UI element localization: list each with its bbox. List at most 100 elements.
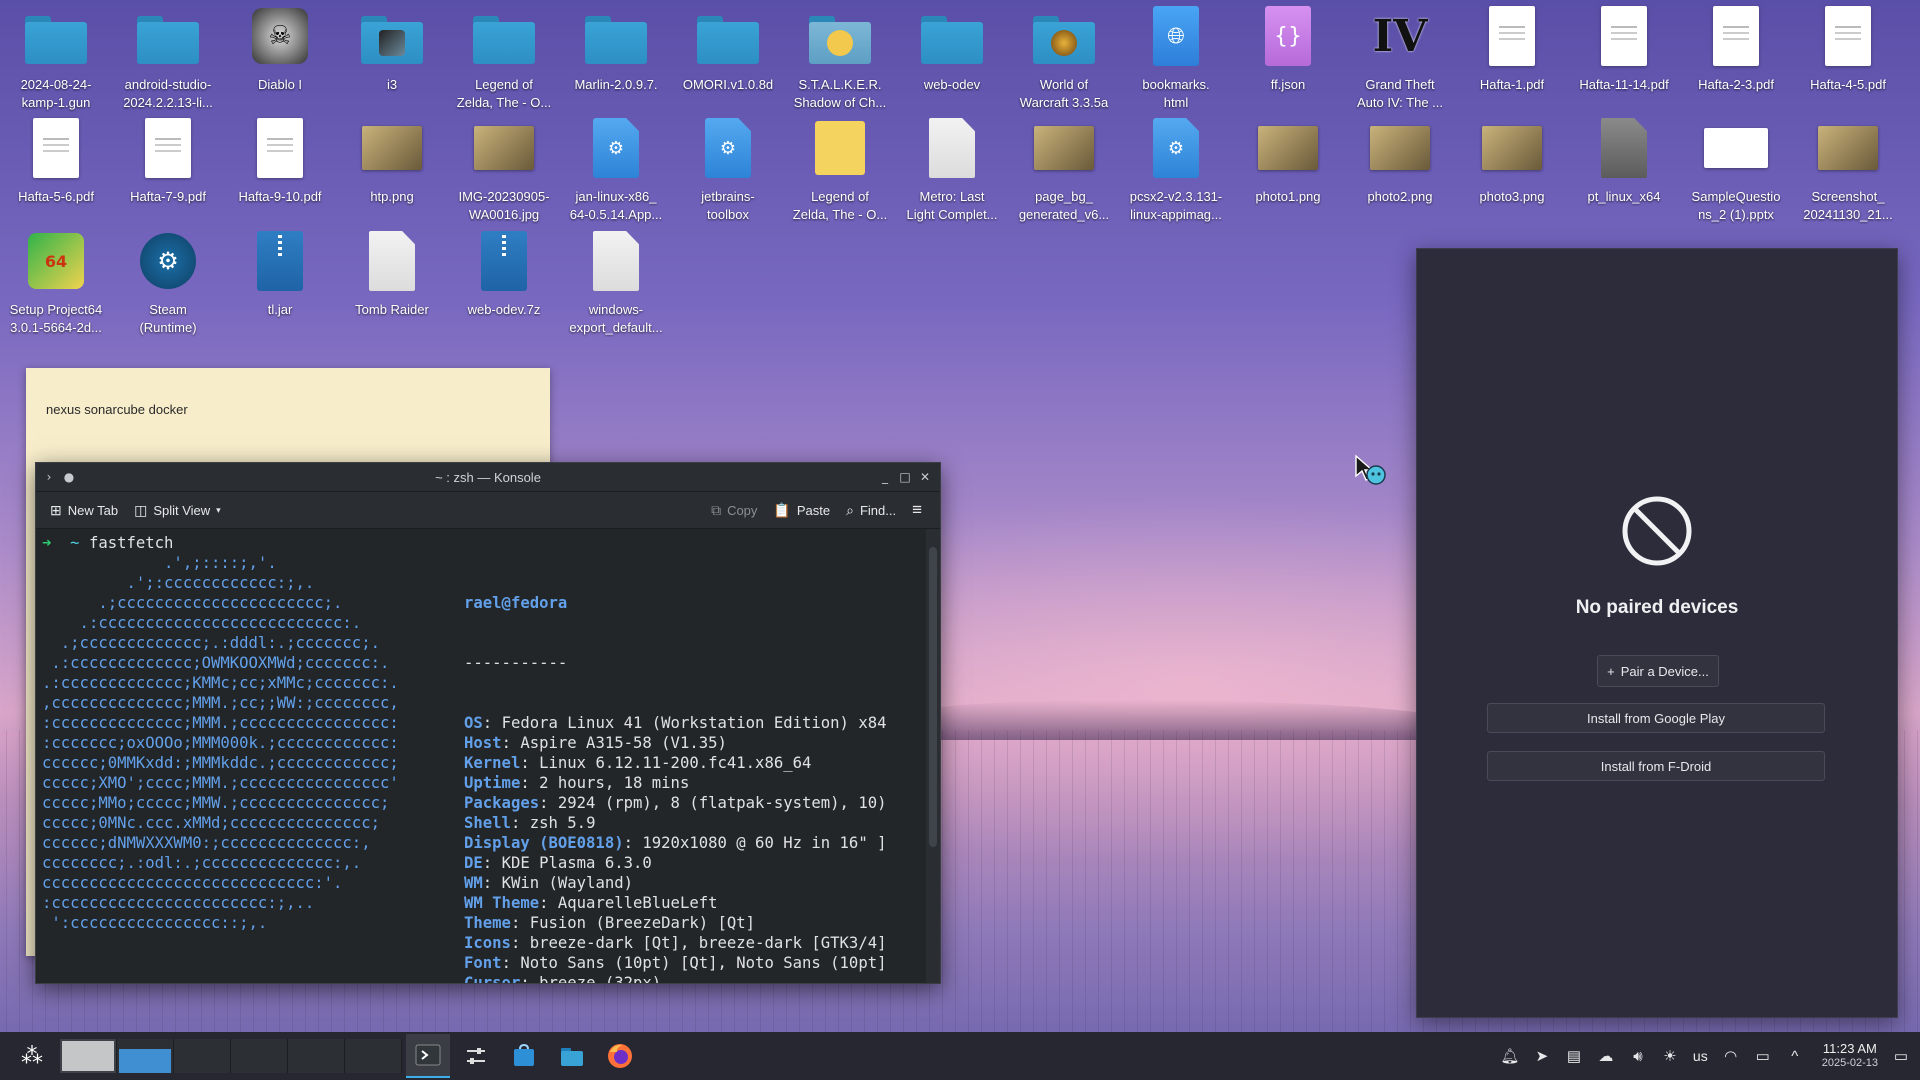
desktop-icon[interactable]: {} ff.json — [1232, 4, 1344, 114]
desktop-icon[interactable]: web-odev — [896, 4, 1008, 114]
digital-clock[interactable]: 11:23 AM 2025-02-13 — [1822, 1042, 1878, 1070]
brightness-icon[interactable]: ☀ — [1661, 1047, 1679, 1065]
notifications-icon[interactable]: 🔔︎ — [1500, 1047, 1519, 1065]
desktop-icon[interactable]: Marlin-2.0.9.7. — [560, 4, 672, 114]
desktop-icon-label: Screenshot_ 20241130_21... — [1803, 189, 1893, 222]
search-icon: ⌕ — [846, 501, 854, 518]
telegram-icon[interactable]: ➤ — [1533, 1047, 1551, 1065]
image-thumb-icon — [1368, 116, 1432, 180]
keep-above-icon[interactable]: ● — [62, 470, 76, 484]
copy-button[interactable]: ⧉ Copy — [705, 498, 763, 523]
virtual-desktop-4[interactable] — [231, 1039, 288, 1073]
desktop-icon[interactable]: 2024-08-24- kamp-1.gun — [0, 4, 112, 114]
desktop-icon[interactable]: OMORI.v1.0.8d — [672, 4, 784, 114]
desktop-icon[interactable]: Hafta-5-6.pdf — [0, 116, 112, 226]
desktop-icon[interactable]: htp.png — [336, 116, 448, 226]
desktop-icon[interactable]: Hafta-4-5.pdf — [1792, 4, 1904, 114]
hamburger-menu-button[interactable]: ≡ — [906, 496, 928, 524]
image-thumb-icon — [360, 116, 424, 180]
keyboard-layout-indicator[interactable]: us — [1693, 1048, 1708, 1064]
virtual-desktop-2[interactable] — [117, 1039, 174, 1073]
desktop-icon[interactable]: web-odev.7z — [448, 229, 560, 339]
desktop-icon[interactable]: ⚙ Steam (Runtime) — [112, 229, 224, 339]
desktop-icon-label: Hafta-4-5.pdf — [1810, 77, 1886, 92]
show-desktop-icon[interactable]: ▭ — [1892, 1047, 1910, 1065]
desktop-icon[interactable]: Screenshot_ 20241130_21... — [1792, 116, 1904, 226]
info-value: breeze (32px) — [539, 974, 662, 983]
desktop-icon[interactable]: android-studio- 2024.2.2.13-li... — [112, 4, 224, 114]
task-discover[interactable] — [502, 1034, 546, 1078]
desktop-icon[interactable]: windows- export_default... — [560, 229, 672, 339]
desktop-icon[interactable]: S.T.A.L.K.E.R. Shadow of Ch... — [784, 4, 896, 114]
html-file-icon: 🌐︎ — [1144, 4, 1208, 68]
desktop-icon[interactable]: photo1.png — [1232, 116, 1344, 226]
info-key: OS — [464, 714, 483, 732]
close-button[interactable]: ✕ — [918, 470, 932, 484]
desktop-icon[interactable]: pt_linux_x64 — [1568, 116, 1680, 226]
konsole-titlebar[interactable]: › ● ~ : zsh — Konsole _ □ ✕ — [36, 463, 940, 492]
desktop-icon[interactable]: page_bg_ generated_v6... — [1008, 116, 1120, 226]
terminal-scrollbar[interactable] — [926, 529, 940, 983]
virtual-desktop-5[interactable] — [288, 1039, 345, 1073]
desktop-icon-label: photo1.png — [1255, 189, 1321, 204]
desktop-icon[interactable]: ⚙ jetbrains- toolbox — [672, 116, 784, 226]
desktop-icon[interactable]: IV Grand Theft Auto IV: The ... — [1344, 4, 1456, 114]
desktop-icon[interactable]: Hafta-9-10.pdf — [224, 116, 336, 226]
image-thumb-icon — [1816, 116, 1880, 180]
desktop-icon-label: Grand Theft Auto IV: The ... — [1357, 77, 1443, 110]
desktop-icon[interactable]: i3 — [336, 4, 448, 114]
desktop-icon[interactable]: tl.jar — [224, 229, 336, 339]
task-firefox[interactable] — [598, 1034, 642, 1078]
window-menu-icon[interactable]: › — [42, 470, 56, 484]
install-fdroid-button[interactable]: Install from F-Droid — [1487, 751, 1825, 781]
desktop-icon[interactable]: photo3.png — [1456, 116, 1568, 226]
desktop-icon[interactable]: ☠ Diablo I — [224, 4, 336, 114]
desktop-icon[interactable]: Tomb Raider — [336, 229, 448, 339]
install-google-play-button[interactable]: Install from Google Play — [1487, 703, 1825, 733]
chevron-up-icon[interactable]: ^ — [1786, 1047, 1804, 1065]
desktop-icon[interactable]: 64 Setup Project64 3.0.1-5664-2d... — [0, 229, 112, 339]
desktop-icon[interactable]: Hafta-1.pdf — [1456, 4, 1568, 114]
desktop-icon[interactable]: ⚙ pcsx2-v2.3.131- linux-appimag... — [1120, 116, 1232, 226]
info-value: 2924 (rpm), 8 (flatpak-system), 10) — [557, 794, 887, 812]
desktop-icon[interactable]: IMG-20230905- WA0016.jpg — [448, 116, 560, 226]
paste-button[interactable]: 📋 Paste — [767, 498, 836, 523]
virtual-desktop-6[interactable] — [345, 1039, 402, 1073]
info-row: Kernel: Linux 6.12.11-200.fc41.x86_64 — [464, 754, 812, 772]
desktop-icon[interactable]: Hafta-7-9.pdf — [112, 116, 224, 226]
desktop-icon-label: Steam (Runtime) — [139, 302, 197, 335]
desktop-icon[interactable]: Legend of Zelda, The - O... — [448, 4, 560, 114]
logo-line: .:ccccccccccccc;KMMc;cc;xMMc;ccccccc:. — [42, 674, 399, 692]
battery-icon[interactable]: ▭ — [1754, 1047, 1772, 1065]
maximize-button[interactable]: □ — [898, 470, 912, 484]
desktop-icon[interactable]: ⚙ jan-linux-x86_ 64-0.5.14.App... — [560, 116, 672, 226]
volume-icon[interactable]: 🔊︎ — [1629, 1047, 1647, 1065]
desktop-icon[interactable]: 🌐︎ bookmarks. html — [1120, 4, 1232, 114]
desktop-icon-label: Hafta-5-6.pdf — [18, 189, 94, 204]
wifi-icon[interactable]: ◠ — [1722, 1047, 1740, 1065]
desktop-icon-label: Hafta-11-14.pdf — [1579, 77, 1669, 92]
desktop-icon-label: web-odev — [923, 77, 981, 92]
split-view-button[interactable]: ◫ Split View ▾ — [128, 498, 227, 523]
new-tab-button[interactable]: ⊞ New Tab — [44, 498, 124, 523]
desktop-icon[interactable]: Hafta-2-3.pdf — [1680, 4, 1792, 114]
clipboard-icon[interactable]: ▤ — [1565, 1047, 1583, 1065]
virtual-desktop-1[interactable] — [60, 1039, 117, 1073]
cloud-icon[interactable]: ☁ — [1597, 1047, 1615, 1065]
desktop-icon[interactable]: photo2.png — [1344, 116, 1456, 226]
desktop-icon[interactable]: Legend of Zelda, The - O... — [784, 116, 896, 226]
application-launcher-icon[interactable]: ⁂ — [10, 1034, 54, 1078]
pair-device-button[interactable]: + Pair a Device... — [1597, 655, 1719, 687]
minimize-button[interactable]: _ — [878, 470, 892, 484]
terminal-output[interactable]: ➜ ~ fastfetch .',;::::;,'. .';:ccccccccc… — [36, 529, 922, 983]
desktop-icon[interactable]: Hafta-11-14.pdf — [1568, 4, 1680, 114]
desktop-icon[interactable]: Metro: Last Light Complet... — [896, 116, 1008, 226]
desktop-icon[interactable]: SampleQuestio ns_2 (1).pptx — [1680, 116, 1792, 226]
find-button[interactable]: ⌕ Find... — [840, 498, 902, 523]
desktop-icon[interactable]: World of Warcraft 3.3.5a — [1008, 4, 1120, 114]
virtual-desktop-3[interactable] — [174, 1039, 231, 1073]
sticky-note-text[interactable]: nexus sonarcube docker — [46, 402, 188, 417]
task-konsole[interactable] — [406, 1034, 450, 1078]
task-dolphin[interactable] — [550, 1034, 594, 1078]
task-system-settings[interactable] — [454, 1034, 498, 1078]
